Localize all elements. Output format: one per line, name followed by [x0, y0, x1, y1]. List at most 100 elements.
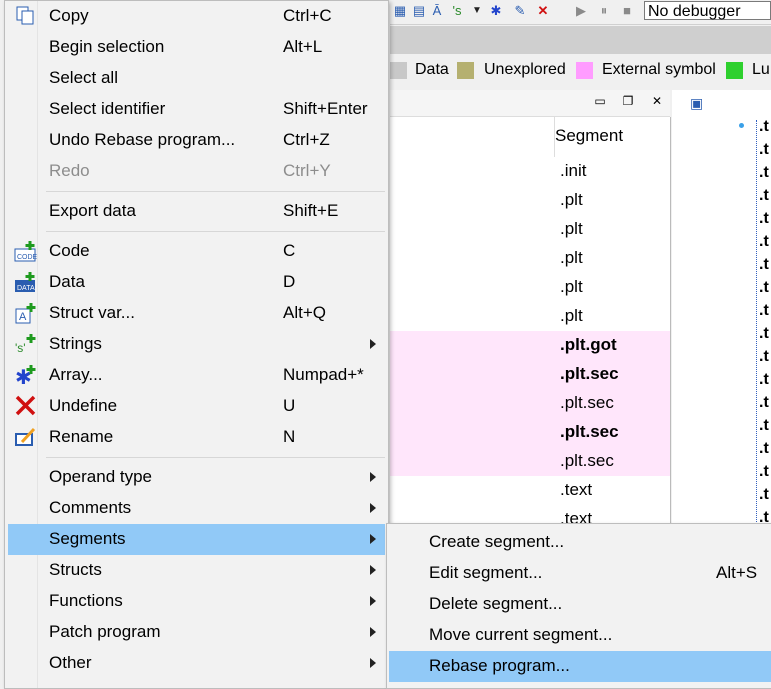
menu-item-undefine[interactable]: Undefine U [8, 391, 385, 422]
code-line[interactable]: .t [759, 325, 769, 343]
legend-swatch-unexplored [457, 62, 474, 79]
table-row[interactable]: .plt.sec [390, 447, 670, 476]
table-row[interactable]: .plt.got [390, 331, 670, 360]
navigation-band[interactable] [390, 26, 771, 54]
pause-icon[interactable]: ⏸ [596, 3, 612, 19]
table-row[interactable]: .plt [390, 244, 670, 273]
close-icon[interactable]: ✕ [650, 94, 664, 108]
code-line[interactable]: .t [759, 256, 769, 274]
code-line[interactable]: .t [759, 233, 769, 251]
code-line[interactable]: .t [759, 187, 769, 205]
code-line[interactable]: .t [759, 417, 769, 435]
struct-var-toolbar-icon[interactable]: Ā [429, 3, 445, 19]
table-row[interactable]: .init [390, 157, 670, 186]
menu-item-code[interactable]: CODE Code C [8, 236, 385, 267]
segment-name: .plt.sec [560, 393, 614, 412]
menu-item-label: Rename [49, 427, 114, 446]
submenu-item-rebase-program[interactable]: Rebase program... [389, 651, 771, 682]
code-line[interactable]: .t [759, 371, 769, 389]
menu-item-begin-selection[interactable]: Begin selection Alt+L [8, 32, 385, 63]
restore-icon[interactable]: ❐ [621, 94, 635, 108]
submenu-item-label: Rebase program... [429, 656, 570, 675]
submenu-item-create-segment[interactable]: Create segment... [389, 527, 771, 558]
menu-separator [46, 457, 385, 458]
strings-icon: 's' [14, 333, 38, 355]
code-line[interactable]: .t [759, 394, 769, 412]
legend-label-data: Data [415, 61, 449, 78]
menu-item-label: Redo [49, 161, 90, 180]
menu-item-operand-type[interactable]: Operand type [8, 462, 385, 493]
code-line[interactable]: .t [759, 118, 769, 136]
menu-item-select-all[interactable]: Select all [8, 63, 385, 94]
table-row[interactable]: .plt [390, 273, 670, 302]
menu-item-strings[interactable]: 's' Strings [8, 329, 385, 360]
segment-name: .text [560, 480, 593, 499]
struct-var-icon: A [14, 302, 38, 324]
code-line[interactable]: .t [759, 210, 769, 228]
menu-item-shortcut: Ctrl+Y [283, 161, 331, 180]
rename-toolbar-icon[interactable]: ✎ [512, 3, 528, 19]
table-row[interactable]: .plt.sec [390, 360, 670, 389]
submenu-item-edit-segment[interactable]: Edit segment... Alt+S [389, 558, 771, 589]
code-line[interactable]: .t [759, 440, 769, 458]
strings-toolbar-icon[interactable]: 's [449, 3, 465, 19]
table-row[interactable]: .plt.sec [390, 418, 670, 447]
menu-item-structs[interactable]: Structs [8, 555, 385, 586]
data-toolbar-icon[interactable]: ▤ [411, 3, 427, 19]
stop-icon[interactable]: ■ [619, 3, 635, 19]
menu-separator [46, 231, 385, 232]
menu-item-struct-var[interactable]: A Struct var... Alt+Q [8, 298, 385, 329]
menu-item-other[interactable]: Other [8, 648, 385, 679]
menu-item-label: Operand type [49, 467, 153, 486]
menu-item-label: Strings [49, 334, 102, 353]
menu-item-functions[interactable]: Functions [8, 586, 385, 617]
submenu-arrow-icon [370, 534, 376, 544]
menu-item-label: Comments [49, 498, 132, 517]
menu-item-patch-program[interactable]: Patch program [8, 617, 385, 648]
code-line[interactable]: .t [759, 302, 769, 320]
code-lines[interactable]: .t .t .t .t .t .t .t .t .t .t .t .t .t .t .t .t .t .t [756, 118, 771, 530]
code-line[interactable]: .t [759, 486, 769, 504]
menu-item-label: Begin selection [49, 37, 165, 56]
code-line[interactable]: .t [759, 348, 769, 366]
segment-name: .plt.sec [560, 451, 614, 470]
code-line[interactable]: .t [759, 279, 769, 297]
undefine-toolbar-icon[interactable]: ✕ [535, 3, 551, 19]
submenu-item-label: Delete segment... [429, 594, 563, 613]
submenu-item-label: Edit segment... [429, 563, 543, 582]
menu-item-shortcut: Alt+L [283, 37, 323, 56]
code-line[interactable]: .t [759, 164, 769, 182]
play-icon[interactable]: ▶ [573, 3, 589, 19]
submenu-item-move-current-segment[interactable]: Move current segment... [389, 620, 771, 651]
submenu-item-delete-segment[interactable]: Delete segment... [389, 589, 771, 620]
minimize-icon[interactable]: ▭ [593, 94, 607, 108]
menu-item-label: Patch program [49, 622, 161, 641]
menu-item-redo[interactable]: Redo Ctrl+Y [8, 156, 385, 187]
array-toolbar-icon[interactable]: ✱ [488, 3, 504, 19]
menu-item-segments[interactable]: Segments [8, 524, 385, 555]
structs-toolbar-icon[interactable]: ▦ [392, 3, 408, 19]
table-row[interactable]: .plt [390, 186, 670, 215]
menu-item-undo-rebase-program[interactable]: Undo Rebase program... Ctrl+Z [8, 125, 385, 156]
menu-item-label: Other [49, 653, 92, 672]
menu-item-array[interactable]: ✱ Array... Numpad+* [8, 360, 385, 391]
segment-column-header[interactable]: Segment [555, 126, 623, 146]
menu-item-select-identifier[interactable]: Select identifier Shift+Enter [8, 94, 385, 125]
code-line[interactable]: .t [759, 141, 769, 159]
menu-item-data[interactable]: DATA Data D [8, 267, 385, 298]
table-row[interactable]: .text [390, 476, 670, 505]
code-line[interactable]: .t [759, 463, 769, 481]
menu-item-export-data[interactable]: Export data Shift+E [8, 196, 385, 227]
sync-icon[interactable]: ▣ [690, 95, 703, 112]
menu-item-comments[interactable]: Comments [8, 493, 385, 524]
svg-text:'s': 's' [15, 341, 26, 355]
menu-item-rename[interactable]: Rename N [8, 422, 385, 453]
table-row[interactable]: .plt [390, 302, 670, 331]
menu-item-copy[interactable]: Copy Ctrl+C [8, 1, 385, 32]
debugger-select[interactable]: No debugger [644, 1, 771, 20]
menu-item-shortcut: D [283, 272, 296, 291]
dropdown-arrow-icon[interactable]: ▼ [469, 3, 485, 19]
code-icon: CODE [14, 240, 38, 262]
table-row[interactable]: .plt [390, 215, 670, 244]
table-row[interactable]: .plt.sec [390, 389, 670, 418]
